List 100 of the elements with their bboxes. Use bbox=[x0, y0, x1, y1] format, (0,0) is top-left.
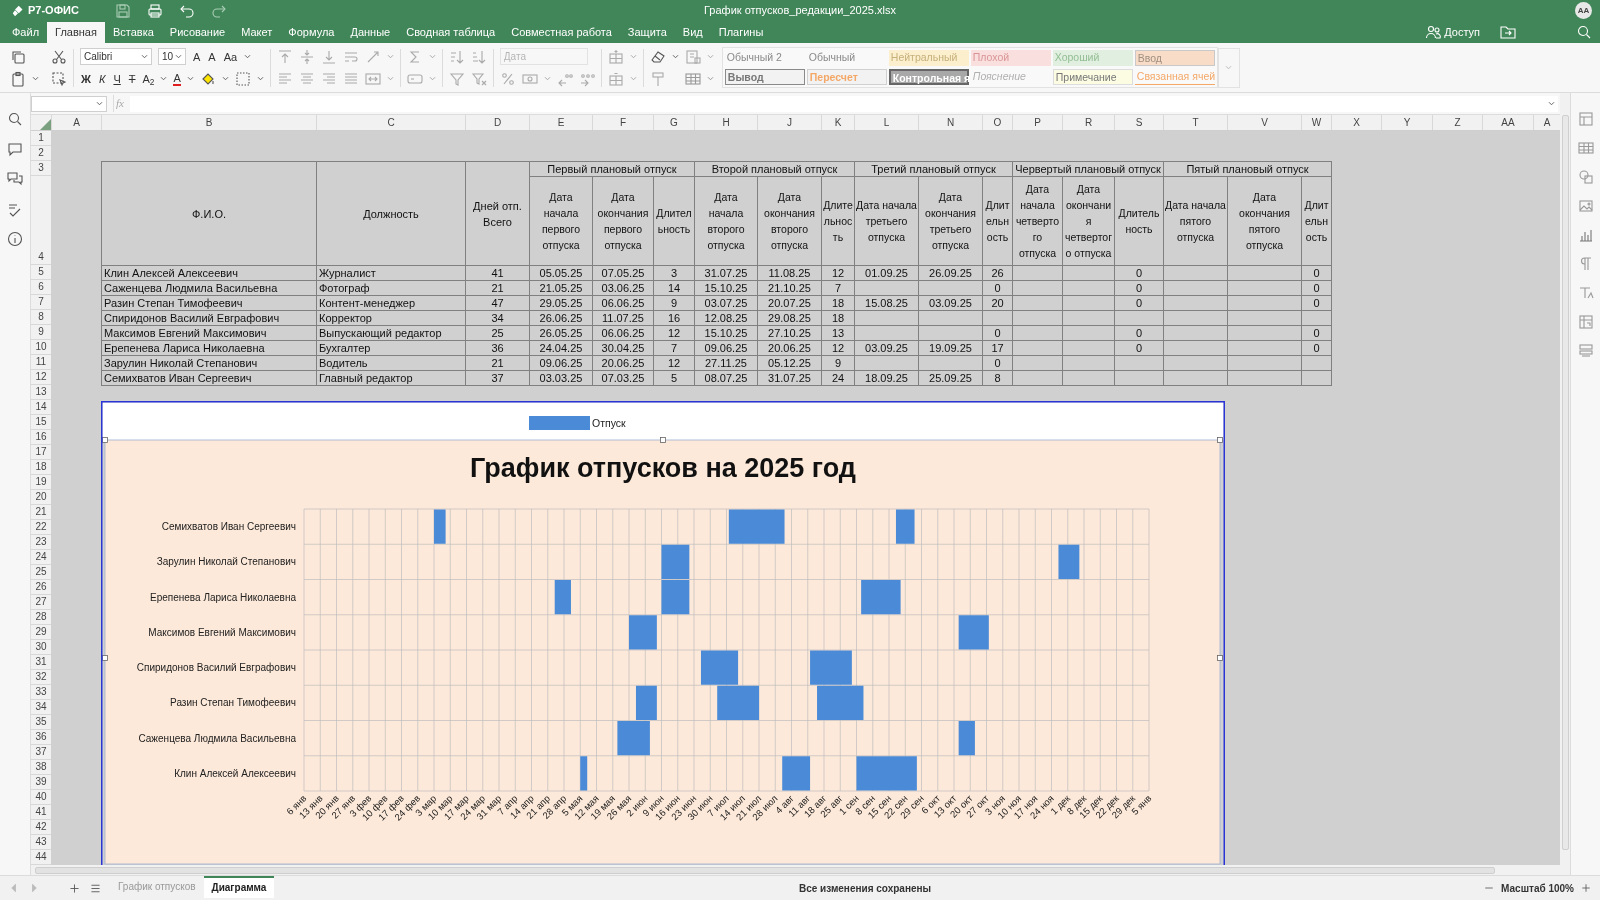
caret-icon[interactable] bbox=[256, 76, 264, 81]
search-icon[interactable] bbox=[1576, 24, 1592, 41]
caret-icon[interactable] bbox=[1225, 65, 1233, 70]
resize-handle[interactable] bbox=[660, 437, 666, 443]
align-left-icon[interactable] bbox=[276, 70, 293, 87]
table-settings-icon[interactable] bbox=[1577, 140, 1594, 156]
slicer-icon[interactable] bbox=[1577, 343, 1594, 359]
caret-icon[interactable] bbox=[671, 54, 679, 59]
conditional-format-icon[interactable] bbox=[684, 48, 701, 65]
align-middle-icon[interactable] bbox=[298, 48, 315, 65]
column-header[interactable]: AA bbox=[1482, 115, 1533, 130]
column-header[interactable]: R bbox=[1062, 115, 1114, 130]
cell-style[interactable]: Контрольная я bbox=[888, 69, 969, 85]
sort-ascending-icon[interactable] bbox=[448, 48, 465, 65]
caret-icon[interactable] bbox=[186, 76, 194, 81]
percent-icon[interactable] bbox=[499, 70, 516, 87]
cell-style[interactable]: Обычный 2 bbox=[724, 50, 805, 66]
column-header[interactable]: J bbox=[757, 115, 821, 130]
caret-icon[interactable] bbox=[244, 54, 252, 59]
caret-icon[interactable] bbox=[629, 76, 637, 81]
insert-cells-icon[interactable] bbox=[607, 48, 624, 65]
caret-icon[interactable] bbox=[428, 76, 436, 81]
caret-icon[interactable] bbox=[160, 76, 168, 81]
column-header[interactable]: Z bbox=[1432, 115, 1482, 130]
resize-handle[interactable] bbox=[1217, 655, 1223, 661]
column-header[interactable]: Y bbox=[1381, 115, 1432, 130]
formula-field[interactable] bbox=[129, 95, 1558, 112]
align-right-icon[interactable] bbox=[320, 70, 337, 87]
column-header[interactable]: G bbox=[653, 115, 694, 130]
align-top-icon[interactable] bbox=[276, 48, 293, 65]
cell-settings-icon[interactable] bbox=[1577, 111, 1594, 127]
column-header[interactable]: B bbox=[101, 115, 316, 130]
align-center-icon[interactable] bbox=[298, 70, 315, 87]
menu-tab[interactable]: Плагины bbox=[710, 22, 772, 43]
menu-tab[interactable]: Вставка bbox=[104, 22, 162, 43]
chat-icon[interactable] bbox=[7, 171, 23, 187]
column-header[interactable]: E bbox=[529, 115, 592, 130]
resize-handle[interactable] bbox=[1217, 437, 1223, 443]
underline-button[interactable]: Ч bbox=[112, 71, 122, 86]
menu-tab[interactable]: Макет bbox=[233, 22, 281, 43]
caret-icon[interactable] bbox=[96, 101, 103, 106]
caret-icon[interactable] bbox=[386, 76, 394, 81]
zoom-in-icon[interactable] bbox=[1580, 882, 1592, 894]
column-header[interactable]: O bbox=[982, 115, 1012, 130]
pivot-table-icon[interactable] bbox=[1577, 314, 1594, 330]
column-header[interactable]: K bbox=[821, 115, 854, 130]
font-name-field[interactable]: Calibri bbox=[80, 48, 152, 65]
menu-tab[interactable]: Главная bbox=[47, 22, 105, 43]
comment-icon[interactable] bbox=[7, 141, 23, 157]
sheet-tab[interactable]: Диаграмма bbox=[203, 875, 275, 898]
caret-icon[interactable] bbox=[386, 54, 394, 59]
image-icon[interactable] bbox=[1577, 198, 1594, 214]
select-all-icon[interactable] bbox=[51, 70, 67, 87]
column-header[interactable]: L bbox=[854, 115, 918, 130]
caret-icon[interactable] bbox=[175, 54, 182, 59]
column-header[interactable]: T bbox=[1163, 115, 1227, 130]
menu-tab[interactable]: Данные bbox=[342, 22, 399, 43]
change-case-button[interactable]: Aa bbox=[222, 49, 239, 64]
folder-icon[interactable] bbox=[1500, 24, 1516, 41]
strikethrough-button[interactable]: Т bbox=[127, 71, 137, 86]
user-avatar[interactable]: AA bbox=[1575, 2, 1592, 19]
font-color-button[interactable]: A bbox=[173, 71, 181, 86]
menu-tab[interactable]: Сводная таблица bbox=[398, 22, 504, 43]
shrink-font-button[interactable]: A bbox=[207, 49, 217, 64]
column-header[interactable]: X bbox=[1331, 115, 1381, 130]
caret-icon[interactable] bbox=[428, 54, 436, 59]
menu-tab[interactable]: Формула bbox=[280, 22, 343, 43]
print-icon[interactable] bbox=[147, 2, 163, 19]
column-header[interactable]: N bbox=[918, 115, 982, 130]
menu-tab[interactable]: Совместная работа bbox=[503, 22, 620, 43]
vertical-scrollbar[interactable] bbox=[1561, 115, 1569, 850]
column-header[interactable]: W bbox=[1301, 115, 1331, 130]
caret-icon[interactable] bbox=[221, 76, 229, 81]
subscript-button[interactable]: A$_{2}$ bbox=[142, 71, 155, 86]
align-bottom-icon[interactable] bbox=[320, 48, 337, 65]
spellcheck-icon[interactable] bbox=[7, 201, 23, 217]
menu-tab[interactable]: Вид bbox=[674, 22, 711, 43]
justify-icon[interactable] bbox=[342, 70, 359, 87]
column-header[interactable]: C bbox=[316, 115, 465, 130]
format-painter-icon[interactable] bbox=[649, 70, 666, 87]
copy-icon[interactable] bbox=[10, 48, 26, 65]
column-header[interactable]: V bbox=[1227, 115, 1301, 130]
cell-style[interactable]: Примечание bbox=[1052, 69, 1133, 85]
horizontal-scrollbar[interactable] bbox=[35, 866, 1495, 874]
shapes-icon[interactable] bbox=[1577, 169, 1594, 185]
borders-icon[interactable] bbox=[234, 70, 251, 87]
search-icon[interactable] bbox=[7, 111, 23, 127]
add-sheet-icon[interactable] bbox=[68, 881, 81, 895]
resize-handle[interactable] bbox=[102, 655, 108, 661]
menu-tab[interactable]: Файл bbox=[4, 22, 48, 43]
save-icon[interactable] bbox=[115, 2, 131, 19]
caret-icon[interactable] bbox=[629, 54, 637, 59]
column-header[interactable]: F bbox=[592, 115, 653, 130]
caret-icon[interactable] bbox=[141, 54, 148, 59]
select-all-corner[interactable] bbox=[40, 119, 51, 130]
delete-cells-icon[interactable] bbox=[607, 70, 624, 87]
info-icon[interactable] bbox=[7, 231, 23, 247]
font-size-field[interactable]: 10 bbox=[158, 48, 186, 65]
column-header[interactable]: P bbox=[1012, 115, 1062, 130]
italic-button[interactable]: К bbox=[97, 71, 107, 86]
